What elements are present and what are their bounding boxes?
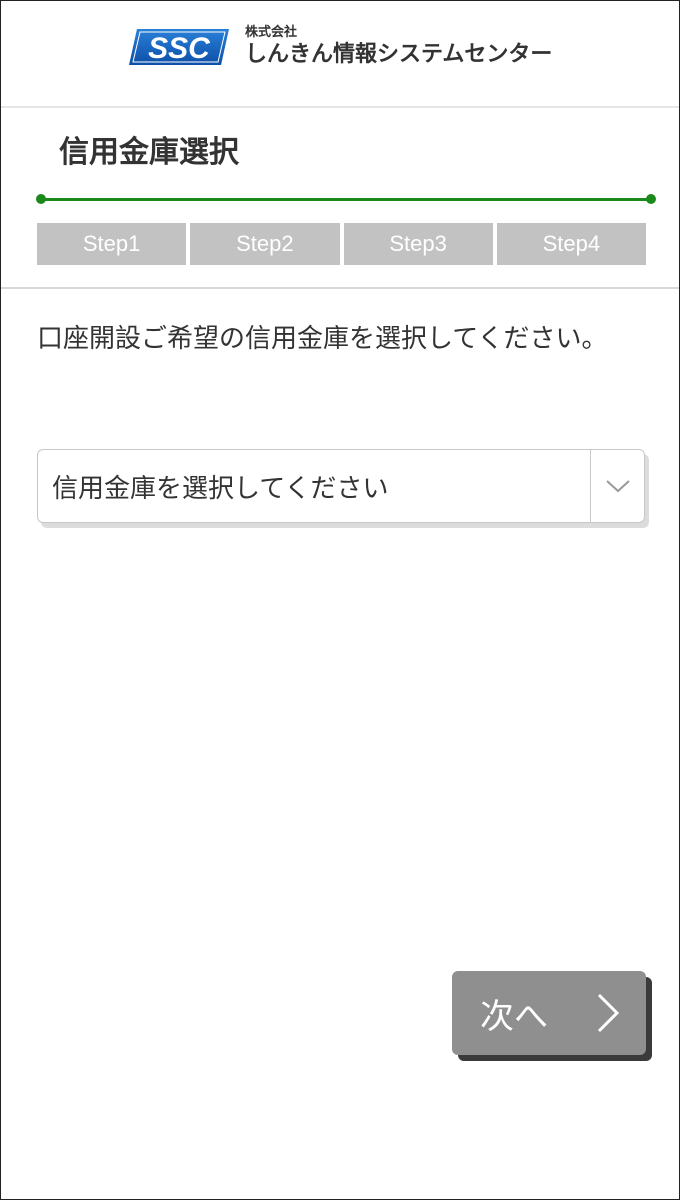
company-name: しんきん情報システムセンター (245, 42, 553, 67)
step-indicator: Step1 Step2 Step3 Step4 (37, 223, 646, 265)
progress-end-dot (646, 194, 656, 204)
chevron-right-icon (588, 971, 628, 1055)
ssc-logo: SSC (129, 29, 229, 65)
step-4: Step4 (496, 223, 646, 265)
site-header: SSC 株式会社 しんきん情報システムセンター (1, 1, 679, 108)
progress-line (41, 198, 651, 201)
section-divider (1, 287, 679, 289)
company-name-block: 株式会社 しんきん情報システムセンター (245, 25, 552, 69)
company-prefix: 株式会社 (245, 25, 298, 40)
step-3: Step3 (343, 223, 493, 265)
step-2: Step2 (190, 223, 340, 265)
step-1: Step1 (37, 223, 187, 265)
next-button-label: 次へ (480, 997, 548, 1036)
progress-start-dot (36, 194, 46, 204)
app-frame: SSC 株式会社 しんきん情報システムセンター 信用金庫選択 Step1 Ste… (0, 0, 680, 1200)
instruction-text: 口座開設ご希望の信用金庫を選択してください。 (37, 324, 608, 354)
chevron-down-icon[interactable] (591, 450, 645, 522)
page-title: 信用金庫選択 (59, 135, 239, 170)
logo-text: SSC (148, 32, 211, 65)
bank-select-value: 信用金庫を選択してください (52, 473, 389, 504)
next-button[interactable]: 次へ (452, 971, 646, 1055)
bank-select[interactable]: 信用金庫を選択してください (37, 449, 645, 523)
